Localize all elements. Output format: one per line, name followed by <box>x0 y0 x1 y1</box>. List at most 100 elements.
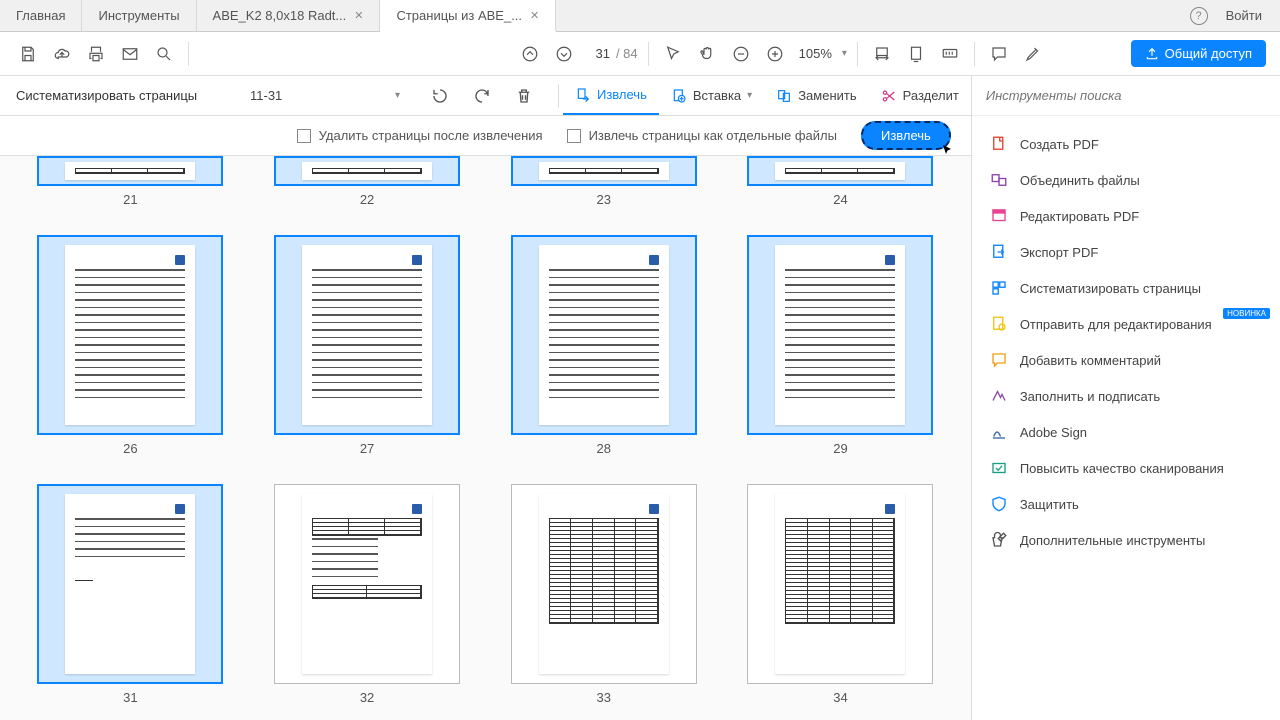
zoom-value[interactable]: 105% <box>795 46 836 61</box>
extract-options: Удалить страницы после извлечения Извлеч… <box>0 116 971 156</box>
page-number: 23 <box>597 192 611 207</box>
range-value: 11-31 <box>250 88 282 103</box>
page-thumbnail[interactable]: 28 <box>503 235 704 456</box>
close-icon[interactable]: ✕ <box>530 9 539 22</box>
rotate-left-icon[interactable] <box>426 82 454 110</box>
tab-tools[interactable]: Инструменты <box>82 0 196 31</box>
tool-label: Adobe Sign <box>1020 425 1087 440</box>
tool-fill-sign[interactable]: Заполнить и подписать <box>972 378 1280 414</box>
split-label: Разделит <box>903 88 959 103</box>
page-number: 32 <box>360 690 374 705</box>
cursor-icon <box>941 144 953 156</box>
save-icon[interactable] <box>14 40 42 68</box>
page-thumbnail[interactable]: 31 <box>30 484 231 705</box>
comment-icon[interactable] <box>985 40 1013 68</box>
extract-button[interactable]: Извлечь <box>861 121 951 150</box>
page-number: 31 <box>123 690 137 705</box>
separate-files-checkbox[interactable]: Извлечь страницы как отдельные файлы <box>567 128 837 143</box>
rotate-right-icon[interactable] <box>468 82 496 110</box>
page-thumbnail[interactable]: 34 <box>740 484 941 705</box>
tab-document-2[interactable]: Страницы из ABE_...✕ <box>380 0 556 32</box>
zoom-in-icon[interactable] <box>761 40 789 68</box>
tool-label: Дополнительные инструменты <box>1020 533 1206 548</box>
tools-search[interactable] <box>972 76 1280 116</box>
page-number: 26 <box>123 441 137 456</box>
highlight-icon[interactable] <box>1019 40 1047 68</box>
extract-action[interactable]: Извлечь <box>563 76 659 115</box>
replace-label: Заменить <box>798 88 856 103</box>
page-thumbnail[interactable]: 23 <box>503 156 704 207</box>
organize-toolbar: Систематизировать страницы 11-31 ▾ Извле… <box>0 76 971 116</box>
tab-bar: Главная Инструменты ABE_K2 8,0x18 Radt..… <box>0 0 1280 32</box>
extract-button-label: Извлечь <box>881 128 931 143</box>
upload-icon <box>1145 47 1159 61</box>
page-current[interactable]: 31 <box>584 46 610 61</box>
close-icon[interactable]: ✕ <box>354 9 363 22</box>
page-thumbnail[interactable]: 24 <box>740 156 941 207</box>
tab-label: ABE_K2 8,0x18 Radt... <box>213 8 347 23</box>
insert-label: Вставка <box>693 88 741 103</box>
tool-combine[interactable]: Объединить файлы <box>972 162 1280 198</box>
read-mode-icon[interactable] <box>936 40 964 68</box>
tool-create-pdf[interactable]: Создать PDF <box>972 126 1280 162</box>
share-button[interactable]: Общий доступ <box>1131 40 1266 67</box>
mail-icon[interactable] <box>116 40 144 68</box>
page-thumbnails-area[interactable]: 21 22 23 24 26 272829 31 32 33 34 <box>0 156 971 720</box>
print-icon[interactable] <box>82 40 110 68</box>
tool-label: Повысить качество сканирования <box>1020 461 1224 476</box>
tools-search-input[interactable] <box>986 88 1266 103</box>
checkbox-label: Удалить страницы после извлечения <box>319 128 543 143</box>
delete-icon[interactable] <box>510 82 538 110</box>
zoom-out-icon[interactable] <box>727 40 755 68</box>
hand-icon[interactable] <box>693 40 721 68</box>
tool-label: Заполнить и подписать <box>1020 389 1160 404</box>
page-up-icon[interactable] <box>516 40 544 68</box>
share-label: Общий доступ <box>1165 46 1252 61</box>
tool-comment[interactable]: Добавить комментарий <box>972 342 1280 378</box>
page-number: 22 <box>360 192 374 207</box>
tool-send-review[interactable]: Отправить для редактирования НОВИНКА <box>972 306 1280 342</box>
page-thumbnail[interactable]: 27 <box>267 235 468 456</box>
search-icon[interactable] <box>150 40 178 68</box>
page-thumbnail[interactable]: 21 <box>30 156 231 207</box>
tab-home[interactable]: Главная <box>0 0 82 31</box>
help-icon[interactable]: ? <box>1190 7 1208 25</box>
chevron-down-icon: ▾ <box>747 90 752 101</box>
page-number: 34 <box>833 690 847 705</box>
extract-label: Извлечь <box>597 87 647 102</box>
tools-panel: Создать PDF Объединить файлы Редактирова… <box>971 76 1280 720</box>
tool-enhance-scan[interactable]: Повысить качество сканирования <box>972 450 1280 486</box>
tool-organize[interactable]: Систематизировать страницы <box>972 270 1280 306</box>
page-range-dropdown[interactable]: 11-31 ▾ <box>240 82 410 110</box>
insert-action[interactable]: Вставка ▾ <box>659 76 764 115</box>
tool-export-pdf[interactable]: Экспорт PDF <box>972 234 1280 270</box>
tool-edit-pdf[interactable]: Редактировать PDF <box>972 198 1280 234</box>
page-down-icon[interactable] <box>550 40 578 68</box>
page-thumbnail[interactable]: 33 <box>503 484 704 705</box>
page-thumbnail[interactable]: 32 <box>267 484 468 705</box>
page-number: 24 <box>833 192 847 207</box>
main-toolbar: 31 / 84 105% ▾ Общий доступ <box>0 32 1280 76</box>
page-thumbnail[interactable]: 22 <box>267 156 468 207</box>
page-number: 21 <box>123 192 137 207</box>
tab-document-1[interactable]: ABE_K2 8,0x18 Radt... ✕ <box>197 0 381 31</box>
chevron-down-icon: ▾ <box>395 90 400 101</box>
new-badge: НОВИНКА <box>1223 308 1270 319</box>
chevron-down-icon[interactable]: ▾ <box>842 48 847 59</box>
fit-width-icon[interactable] <box>868 40 896 68</box>
login-link[interactable]: Войти <box>1226 8 1262 23</box>
tool-label: Объединить файлы <box>1020 173 1140 188</box>
fit-page-icon[interactable] <box>902 40 930 68</box>
page-thumbnail[interactable]: 29 <box>740 235 941 456</box>
split-action[interactable]: Разделит <box>869 76 971 115</box>
checkbox-label: Извлечь страницы как отдельные файлы <box>589 128 837 143</box>
delete-after-checkbox[interactable]: Удалить страницы после извлечения <box>297 128 543 143</box>
page-thumbnail[interactable]: 26 <box>30 235 231 456</box>
tool-protect[interactable]: Защитить <box>972 486 1280 522</box>
select-icon[interactable] <box>659 40 687 68</box>
tool-more[interactable]: Дополнительные инструменты <box>972 522 1280 558</box>
tool-label: Отправить для редактирования <box>1020 317 1212 332</box>
replace-action[interactable]: Заменить <box>764 76 868 115</box>
cloud-icon[interactable] <box>48 40 76 68</box>
tool-adobe-sign[interactable]: Adobe Sign <box>972 414 1280 450</box>
